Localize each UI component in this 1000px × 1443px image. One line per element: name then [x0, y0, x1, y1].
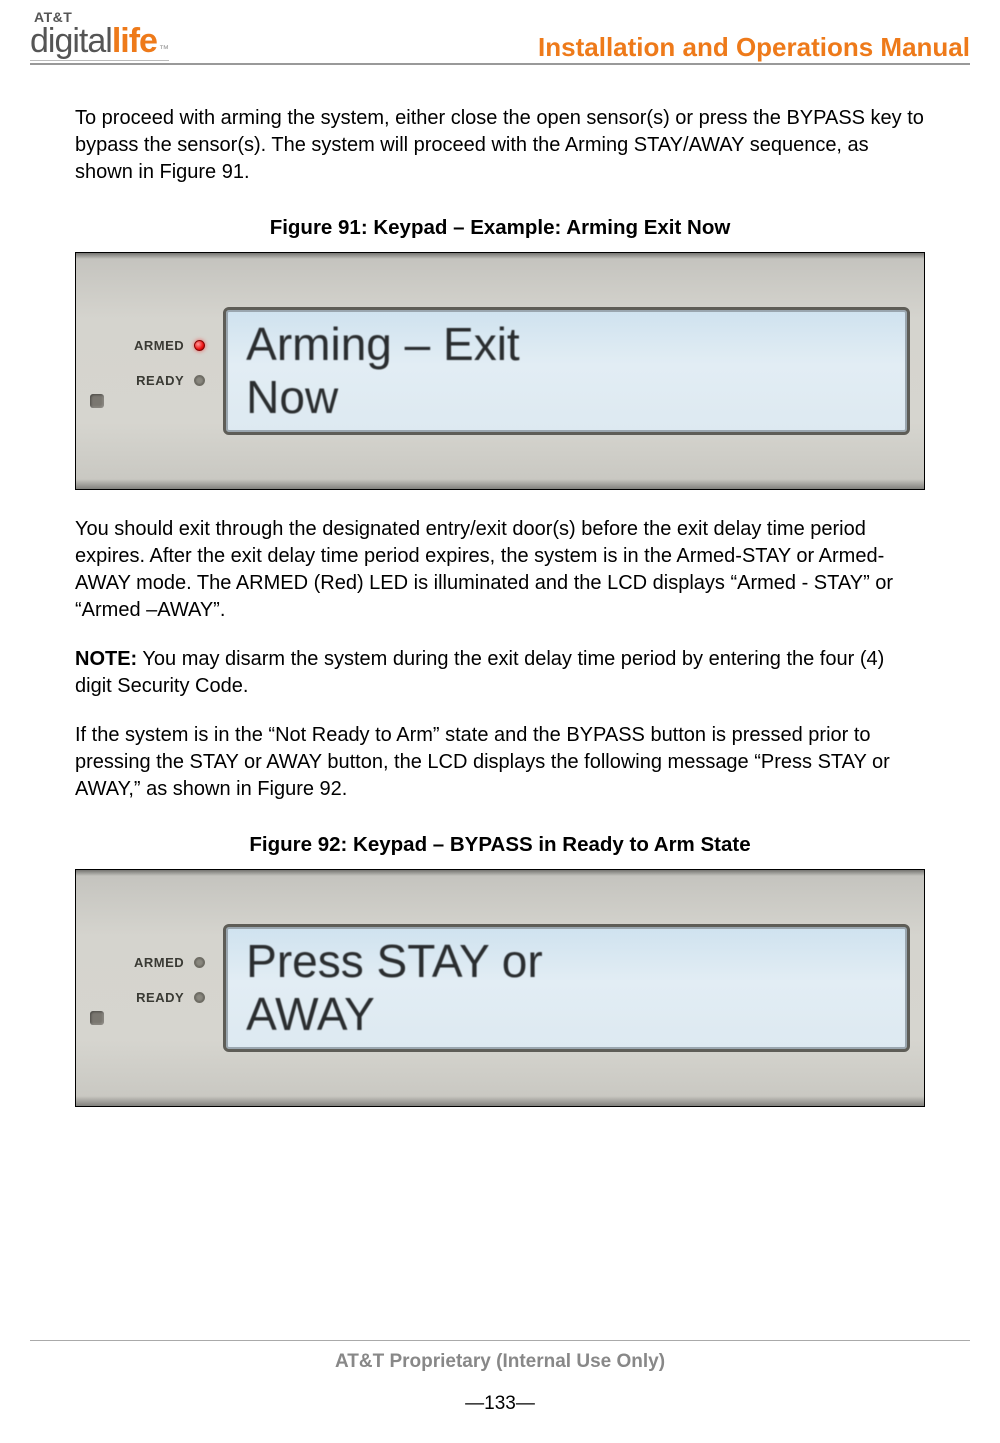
page-footer: AT&T Proprietary (Internal Use Only) —13…	[30, 1340, 970, 1415]
logo-life-text: life	[112, 24, 157, 58]
ready-led-icon	[194, 375, 205, 386]
note-text: You may disarm the system during the exi…	[75, 648, 884, 697]
ready-led-icon	[194, 992, 205, 1003]
ready-label: READY	[136, 990, 184, 1005]
keypad-lcd: Press STAY or AWAY	[223, 924, 910, 1052]
keypad-sensor-icon	[90, 1011, 104, 1025]
page-number: —133—	[30, 1393, 970, 1415]
page-header: AT&T digitallife™ Installation and Opera…	[30, 10, 970, 65]
armed-label: ARMED	[134, 955, 184, 970]
figure-caption: Figure 92: Keypad – BYPASS in Ready to A…	[75, 833, 925, 857]
paragraph: To proceed with arming the system, eithe…	[75, 105, 925, 186]
logo-tm: ™	[159, 45, 169, 55]
keypad-photo: ARMED READY Press STAY or AWAY	[75, 869, 925, 1107]
paragraph: If the system is in the “Not Ready to Ar…	[75, 722, 925, 803]
logo-digital-text: digital	[30, 24, 112, 58]
lcd-text: Arming – Exit Now	[246, 318, 887, 424]
page-content: To proceed with arming the system, eithe…	[30, 105, 970, 1107]
keypad-lcd: Arming – Exit Now	[223, 307, 910, 435]
keypad-sensor-icon	[90, 394, 104, 408]
paragraph: You should exit through the designated e…	[75, 516, 925, 624]
note-paragraph: NOTE: You may disarm the system during t…	[75, 646, 925, 700]
lcd-text: Press STAY or AWAY	[246, 935, 887, 1041]
manual-title: Installation and Operations Manual	[538, 10, 970, 63]
armed-label: ARMED	[134, 338, 184, 353]
note-label: NOTE:	[75, 648, 137, 670]
armed-led-icon	[194, 340, 205, 351]
armed-led-icon	[194, 957, 205, 968]
ready-label: READY	[136, 373, 184, 388]
proprietary-notice: AT&T Proprietary (Internal Use Only)	[30, 1351, 970, 1373]
att-digitallife-logo: AT&T digitallife™	[30, 10, 169, 61]
figure-caption: Figure 91: Keypad – Example: Arming Exit…	[75, 216, 925, 240]
keypad-photo: ARMED READY Arming – Exit Now	[75, 252, 925, 490]
